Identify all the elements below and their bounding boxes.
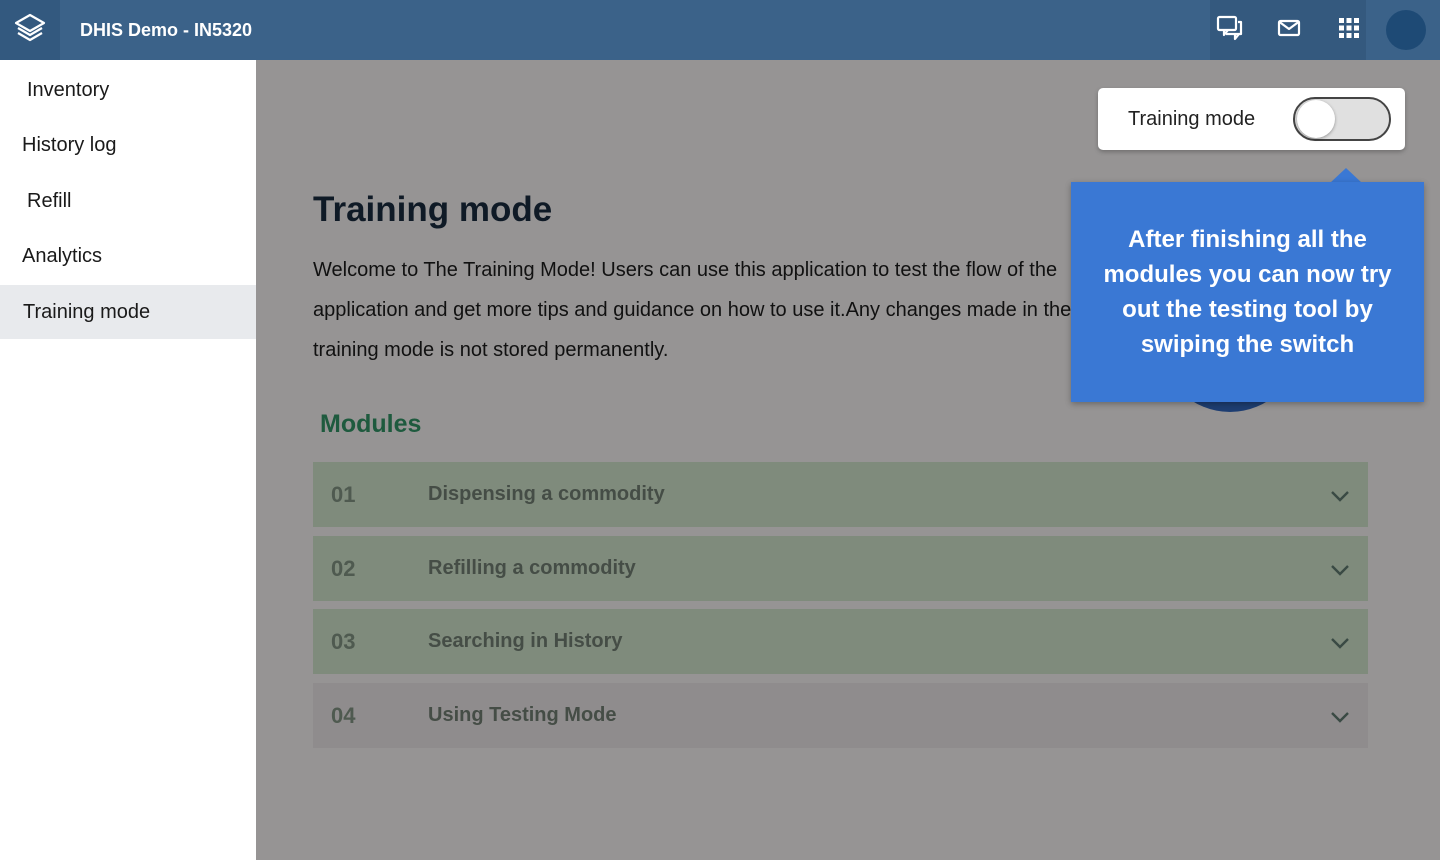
app-logo[interactable] xyxy=(0,0,60,60)
page-description: Welcome to The Training Mode! Users can … xyxy=(313,259,1072,361)
onboarding-tooltip: After finishing all the modules you can … xyxy=(1071,182,1424,402)
module-accordion-item[interactable]: 02 Refilling a commodity xyxy=(313,536,1368,601)
module-number: 03 xyxy=(331,629,356,654)
module-number: 01 xyxy=(331,482,356,507)
interpretations-icon xyxy=(1216,15,1244,46)
module-accordion-item[interactable]: 01 Dispensing a commodity xyxy=(313,462,1368,527)
messages-button[interactable] xyxy=(1269,0,1309,60)
sidebar-item-label: Refill xyxy=(27,189,72,212)
toggle-label: Training mode xyxy=(1128,108,1256,130)
header-icon-group xyxy=(1210,0,1366,60)
module-accordion-item[interactable]: 04 Using Testing Mode xyxy=(313,683,1368,748)
app-title: DHIS Demo - IN5320 xyxy=(80,20,253,40)
sidebar-item-inventory[interactable]: Inventory xyxy=(0,63,256,117)
apps-grid-icon xyxy=(1338,17,1360,44)
sidebar-nav: Inventory History log Refill Analytics T… xyxy=(0,60,256,860)
messages-icon xyxy=(1277,18,1301,43)
module-title: Refilling a commodity xyxy=(428,557,636,579)
sidebar-item-history-log[interactable]: History log xyxy=(0,118,256,172)
sidebar-item-label: Inventory xyxy=(27,78,110,101)
profile-avatar[interactable] xyxy=(1386,10,1426,50)
page-title: Training mode xyxy=(313,190,553,229)
interpretations-button[interactable] xyxy=(1210,0,1250,60)
sidebar-item-analytics[interactable]: Analytics xyxy=(0,229,256,283)
chevron-down-icon[interactable] xyxy=(1328,558,1352,582)
switch-knob xyxy=(1297,100,1335,138)
top-header-bar: DHIS Demo - IN5320 xyxy=(0,0,1440,60)
module-number: 04 xyxy=(331,703,356,728)
sidebar-item-training-mode[interactable]: Training mode xyxy=(0,285,256,339)
training-mode-toggle-card: Training mode xyxy=(1098,88,1405,150)
module-title: Dispensing a commodity xyxy=(428,483,665,505)
layers-icon xyxy=(13,11,47,50)
module-number: 02 xyxy=(331,556,356,581)
module-title: Searching in History xyxy=(428,630,623,652)
sidebar-item-refill[interactable]: Refill xyxy=(0,174,256,228)
tooltip-text: After finishing all the modules you can … xyxy=(1103,226,1392,358)
apps-button[interactable] xyxy=(1329,0,1369,60)
modules-heading: Modules xyxy=(320,410,422,438)
tooltip-arrow xyxy=(1330,168,1362,183)
sidebar-item-label: History log xyxy=(22,133,117,156)
chevron-down-icon[interactable] xyxy=(1328,484,1352,508)
sidebar-item-label: Training mode xyxy=(23,300,151,323)
module-accordion-item[interactable]: 03 Searching in History xyxy=(313,609,1368,674)
chevron-down-icon[interactable] xyxy=(1328,705,1352,729)
module-title: Using Testing Mode xyxy=(428,704,617,726)
sidebar-item-label: Analytics xyxy=(22,244,103,267)
training-mode-switch[interactable] xyxy=(1293,97,1391,141)
chevron-down-icon[interactable] xyxy=(1328,631,1352,655)
